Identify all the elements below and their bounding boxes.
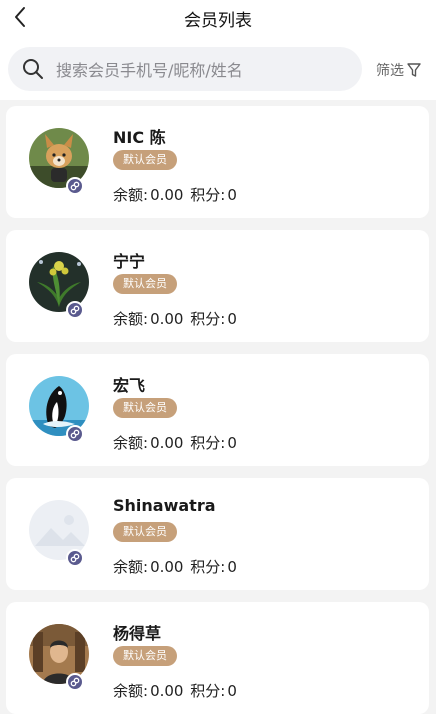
link-badge-icon (66, 425, 84, 443)
balance-label: 余额: (113, 434, 149, 452)
member-stats: 余额: 0.00 积分: 0 (113, 432, 239, 453)
member-card[interactable]: 宁宁 默认会员 余额: 0.00 积分: 0 (6, 230, 429, 342)
points-label: 积分: (190, 682, 226, 700)
link-badge-icon (66, 549, 84, 567)
balance-value: 0.00 (150, 682, 184, 700)
nav-bar: 会员列表 (0, 0, 436, 36)
points-value: 0 (227, 310, 237, 328)
points-value: 0 (227, 558, 237, 576)
member-name: 杨得草 (113, 624, 162, 643)
search-icon (22, 58, 44, 80)
member-name: 宁宁 (113, 252, 146, 271)
points-label: 积分: (190, 434, 226, 452)
level-badge: 默认会员 (113, 274, 177, 294)
points-value: 0 (227, 186, 237, 204)
page-title: 会员列表 (184, 11, 252, 31)
balance-value: 0.00 (150, 186, 184, 204)
member-stats: 余额: 0.00 积分: 0 (113, 680, 239, 701)
member-name: Shinawatra (113, 496, 216, 515)
balance-label: 余额: (113, 558, 149, 576)
member-card[interactable]: Shinawatra 默认会员 余额: 0.00 积分: 0 (6, 478, 429, 590)
filter-funnel-icon (407, 63, 421, 77)
search-placeholder: 搜索会员手机号/昵称/姓名 (56, 61, 243, 80)
member-card[interactable]: 宏飞 默认会员 余额: 0.00 积分: 0 (6, 354, 429, 466)
balance-label: 余额: (113, 186, 149, 204)
points-label: 积分: (190, 310, 226, 328)
search-input[interactable]: 搜索会员手机号/昵称/姓名 (8, 47, 362, 91)
member-stats: 余额: 0.00 积分: 0 (113, 556, 239, 577)
level-badge: 默认会员 (113, 398, 177, 418)
member-name: 宏飞 (113, 376, 146, 395)
header: 会员列表 搜索会员手机号/昵称/姓名 筛选 (0, 0, 436, 100)
filter-button[interactable]: 筛选 (376, 58, 421, 82)
balance-label: 余额: (113, 682, 149, 700)
points-value: 0 (227, 682, 237, 700)
balance-label: 余额: (113, 310, 149, 328)
member-stats: 余额: 0.00 积分: 0 (113, 308, 239, 329)
member-name: NIC 陈 (113, 128, 166, 147)
link-badge-icon (66, 673, 84, 691)
filter-label: 筛选 (376, 63, 404, 79)
level-badge: 默认会员 (113, 150, 177, 170)
member-card[interactable]: NIC 陈 默认会员 余额: 0.00 积分: 0 (6, 106, 429, 218)
level-badge: 默认会员 (113, 646, 177, 666)
balance-value: 0.00 (150, 558, 184, 576)
balance-value: 0.00 (150, 434, 184, 452)
member-card[interactable]: 杨得草 默认会员 余额: 0.00 积分: 0 (6, 602, 429, 714)
link-badge-icon (66, 301, 84, 319)
points-label: 积分: (190, 186, 226, 204)
link-badge-icon (66, 177, 84, 195)
points-label: 积分: (190, 558, 226, 576)
balance-value: 0.00 (150, 310, 184, 328)
level-badge: 默认会员 (113, 522, 177, 542)
member-stats: 余额: 0.00 积分: 0 (113, 184, 239, 205)
points-value: 0 (227, 434, 237, 452)
